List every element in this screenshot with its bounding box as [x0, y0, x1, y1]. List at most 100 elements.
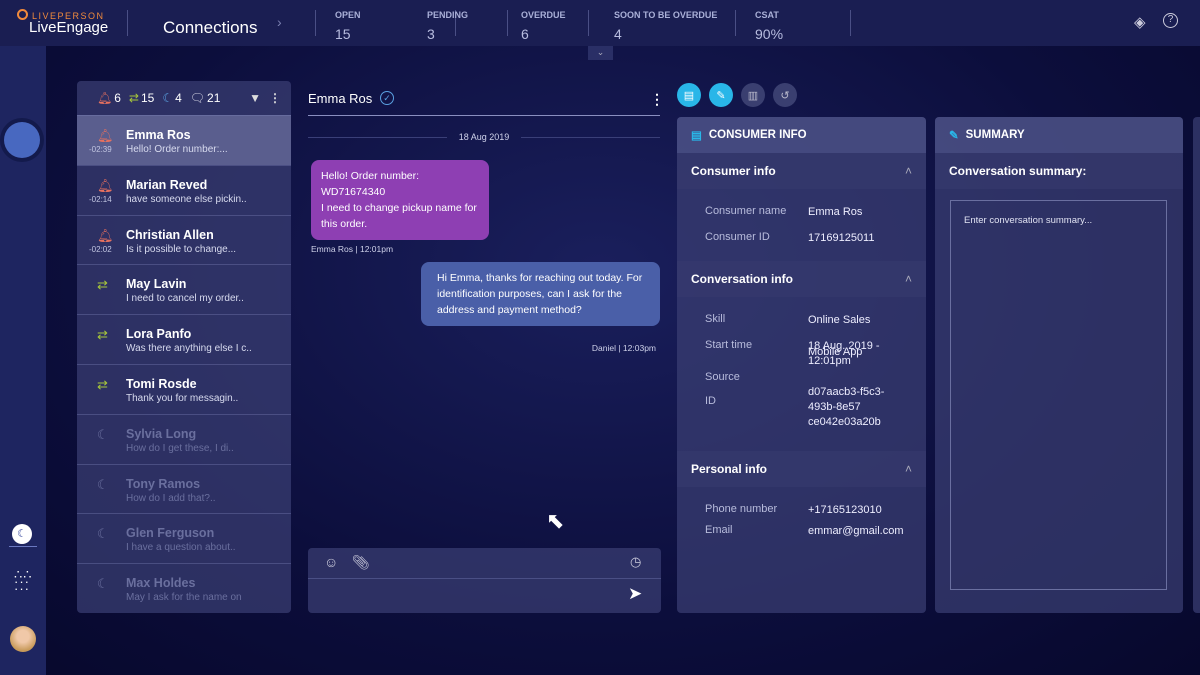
- consumer-name: May Lavin: [126, 277, 187, 292]
- id-card-icon: ▤: [691, 130, 702, 142]
- field-label: Source: [705, 371, 740, 383]
- consumer-message: Hello! Order number: WD71674340 I need t…: [311, 160, 489, 240]
- consumer-info-panel: ▤ CONSUMER INFO Consumer info ˄ Consumer na…: [677, 117, 926, 613]
- conversation-item[interactable]: 🔔︎ -02:39 Emma Ros Hello! Order number:.…: [77, 115, 291, 165]
- help-icon[interactable]: ?: [1163, 13, 1178, 28]
- field-value: 17169125011: [808, 232, 875, 244]
- chat-options-icon[interactable]: ⋮: [650, 91, 664, 108]
- field-label: ID: [705, 395, 716, 407]
- summary-tab-icon[interactable]: ✎: [709, 83, 733, 107]
- clock-icon[interactable]: ◷: [630, 554, 641, 570]
- agent-message: Hi Emma, thanks for reaching out today. …: [421, 262, 660, 326]
- attachment-icon[interactable]: 📎︎: [352, 554, 370, 571]
- conversation-item[interactable]: ☾ Glen Ferguson I have a question about.…: [77, 513, 291, 563]
- moon-icon: ☾: [97, 426, 109, 442]
- bell-icon: 🔔︎: [97, 227, 114, 243]
- divider: [315, 10, 316, 36]
- history-tab-icon[interactable]: ↺: [773, 83, 797, 107]
- section-header[interactable]: Consumer info ˄: [677, 153, 926, 189]
- field-label: Consumer ID: [705, 231, 770, 243]
- moon-icon[interactable]: ☾: [162, 91, 173, 105]
- section-header[interactable]: Conversation info ˄: [677, 261, 926, 297]
- conversation-item[interactable]: ⇄ Tomi Rosde Thank you for messagin..: [77, 364, 291, 414]
- filter-icon[interactable]: ▼: [249, 91, 261, 105]
- divider: [308, 578, 661, 579]
- date-separator: 18 Aug 2019: [308, 132, 660, 142]
- collapse-header-button[interactable]: ⌄: [588, 46, 613, 60]
- field-value: Mobile App: [808, 346, 863, 358]
- info-section: Consumer info ˄ Consumer name Emma Ros Cons…: [677, 153, 926, 261]
- chevron-right-icon[interactable]: ›: [277, 14, 282, 30]
- divider: [127, 10, 128, 36]
- apps-grid-icon[interactable]: ∴∴ ··· ···: [14, 568, 33, 595]
- bell-icon: 🔔︎: [97, 177, 114, 193]
- moon-icon: ☾: [97, 476, 109, 492]
- chevron-up-icon[interactable]: ˄: [905, 272, 912, 286]
- send-icon[interactable]: ➤: [628, 584, 642, 604]
- divider: [9, 546, 37, 547]
- summary-label: Conversation summary:: [935, 153, 1183, 189]
- section-header[interactable]: Personal info ˄: [677, 451, 926, 487]
- status-indicator[interactable]: [4, 122, 40, 158]
- message-meta: Emma Ros | 12:01pm: [311, 244, 394, 254]
- verified-icon: ✓: [380, 91, 394, 105]
- transfer-icon: ⇄: [97, 377, 108, 392]
- consumer-name: Tomi Rosde: [126, 377, 197, 391]
- field-label: Consumer name: [705, 205, 787, 217]
- chevron-up-icon[interactable]: ˄: [905, 164, 912, 178]
- closed-chat-icon[interactable]: 🗨︎: [190, 91, 205, 105]
- layers-icon[interactable]: ◈: [1134, 13, 1146, 31]
- conversation-item[interactable]: ⇄ May Lavin I need to cancel my order..: [77, 264, 291, 314]
- transfer-icon: ⇄: [97, 327, 108, 343]
- transfer-icon[interactable]: ⇄: [129, 91, 139, 105]
- conversation-item[interactable]: ☾ Tony Ramos How do I add that?..: [77, 463, 291, 514]
- stat-value: 4: [614, 26, 622, 42]
- emoji-icon[interactable]: ☺: [324, 554, 338, 570]
- transfer-icon: ⇄: [97, 277, 108, 293]
- away-status-icon[interactable]: ☾: [12, 524, 32, 544]
- app-name: LiveEngage: [29, 19, 109, 36]
- consumer-name: Glen Ferguson: [126, 526, 215, 541]
- field-value: emmar@gmail.com: [808, 525, 904, 537]
- consumer-name: Sylvia Long: [126, 426, 197, 441]
- stat-label: CSAT: [755, 10, 779, 20]
- binders-tab-icon[interactable]: ▥: [741, 83, 765, 107]
- summary-panel: ✎ SUMMARY Conversation summary: Enter con…: [935, 117, 1183, 613]
- next-widget-panel: [1193, 117, 1200, 613]
- stat-value: 90%: [755, 26, 784, 42]
- list-header: 🔔︎ 6 ⇄ 15 ☾ 4 🗨︎ 21 ▼ ⋮: [77, 81, 291, 115]
- field-value: +17165123010: [808, 504, 882, 516]
- page-title: Connections: [163, 18, 258, 37]
- consumer-name: Emma Ros: [126, 128, 191, 142]
- divider: [507, 10, 508, 36]
- divider: [735, 10, 736, 36]
- timer: -02:39: [89, 145, 112, 154]
- field-value: d07aacb3-f5c3-493b-8e57 ce042e03a20b: [808, 386, 885, 428]
- chevron-up-icon[interactable]: ˄: [905, 462, 912, 476]
- consumer-name: Tony Ramos: [126, 476, 201, 491]
- conversation-list: 🔔︎ 6 ⇄ 15 ☾ 4 🗨︎ 21 ▼ ⋮ 🔔︎ -02:39 Emma Ros H…: [77, 81, 291, 613]
- conversation-item[interactable]: 🔔︎ -02:02 Christian Allen Is it possible…: [77, 214, 291, 265]
- more-options-icon[interactable]: ⋮: [269, 91, 281, 105]
- consumer-name: Max Holdes: [126, 576, 196, 591]
- conversation-item[interactable]: ☾ Max Holdes May I ask for the name on: [77, 563, 291, 613]
- consumer-name: Marian Reved: [126, 177, 208, 192]
- consumer-info-tab-icon[interactable]: ▤: [677, 83, 701, 107]
- conversation-item[interactable]: ☾ Sylvia Long How do I get these, I di..: [77, 413, 291, 464]
- message-preview: Hello! Order number:...: [126, 144, 228, 155]
- avatar[interactable]: [10, 626, 36, 652]
- divider: [850, 10, 851, 36]
- bell-icon[interactable]: 🔔︎: [97, 91, 112, 105]
- conversation-item[interactable]: 🔔︎ -02:14 Marian Reved have someone else…: [77, 164, 291, 215]
- summary-textarea[interactable]: Enter conversation summary...: [950, 200, 1167, 590]
- field-value: Online Sales: [808, 314, 871, 326]
- widget-tabs: ▤ ✎ ▥ ↺: [677, 83, 797, 107]
- info-section: Conversation info ˄ Skill Online Sales Star…: [677, 261, 926, 451]
- conversation-item[interactable]: ⇄ Lora Panfo Was there anything else I c…: [77, 314, 291, 364]
- message-preview: have someone else pickin..: [126, 193, 247, 205]
- transfers-count: 15: [140, 91, 155, 105]
- message-composer[interactable]: ☺ 📎︎ ◷ ➤: [308, 548, 661, 613]
- stat-label: OVERDUE: [521, 10, 566, 20]
- away-count: 4: [175, 91, 182, 105]
- stat-value: 6: [521, 26, 529, 42]
